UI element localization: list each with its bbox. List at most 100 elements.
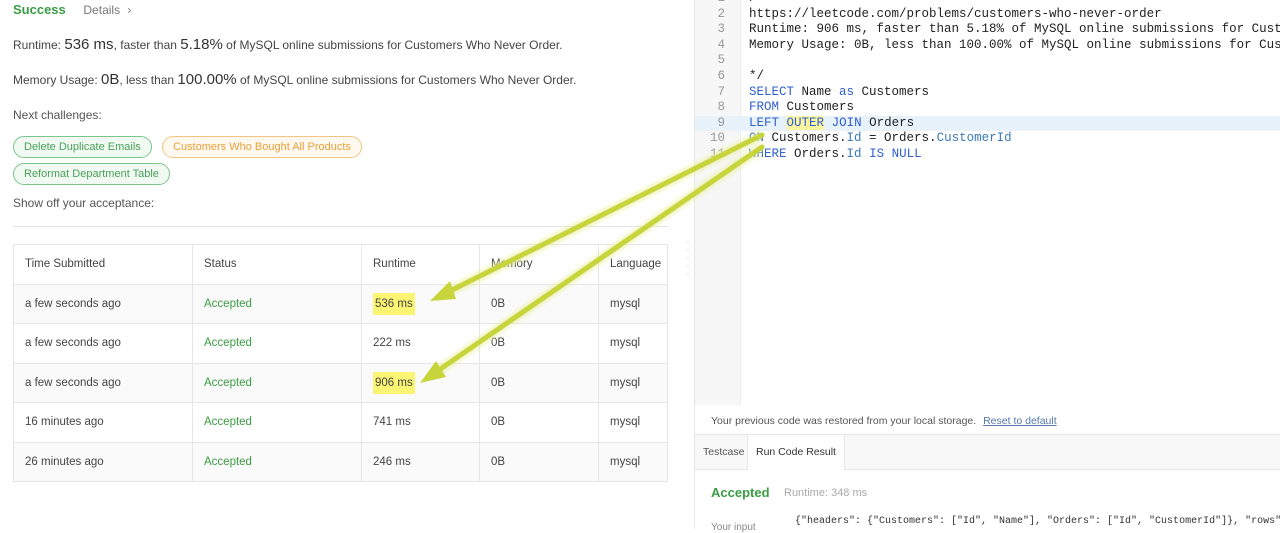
time-cell: 26 minutes ago	[13, 441, 193, 482]
runtime-cell: 741 ms	[361, 402, 480, 443]
line-number: 6	[717, 68, 725, 83]
table-row: 16 minutes ago Accepted 741 ms 0B mysql	[13, 402, 668, 443]
chevron-right-icon: ›	[127, 3, 132, 17]
result-runtime: Runtime: 348 ms	[784, 487, 868, 499]
runtime-cell: 222 ms	[361, 323, 480, 364]
runtime-prefix: Runtime:	[13, 38, 65, 52]
column-header: Time Submitted	[13, 244, 193, 285]
column-header: Status	[192, 244, 362, 285]
line-number: 10	[709, 131, 725, 146]
tab-run-code-result[interactable]: Run Code Result	[747, 435, 845, 470]
memory-percent: 100.00%	[177, 71, 237, 88]
runtime-cell: 536 ms	[361, 283, 480, 324]
memory-cell: 0B	[479, 441, 599, 482]
line-number: 11	[709, 146, 725, 161]
status-link[interactable]: Accepted	[192, 402, 362, 443]
memory-mid: , less than	[119, 73, 178, 87]
code-line: 5	[695, 53, 1280, 69]
submission-result-panel: Success Details › Runtime: 536 ms, faste…	[0, 0, 684, 529]
table-row: a few seconds ago Accepted 906 ms 0B mys…	[13, 362, 668, 403]
memory-cell: 0B	[479, 323, 599, 364]
language-cell: mysql	[598, 283, 668, 324]
line-number: 2	[717, 6, 725, 21]
table-row: 26 minutes ago Accepted 246 ms 0B mysql	[13, 441, 668, 482]
line-number: 3	[717, 22, 725, 37]
result-status: Accepted	[711, 485, 770, 500]
language-cell: mysql	[598, 402, 668, 443]
line-number: 9	[717, 115, 725, 130]
runtime-cell: 906 ms	[361, 362, 480, 403]
table-header-row: Time Submitted Status Runtime Memory Lan…	[13, 244, 668, 285]
input-json-preview: {"headers": {"Customers": ["Id", "Name"]…	[795, 516, 1280, 527]
code-editor[interactable]: 1 / 2https://leetcode.com/problems/custom…	[695, 0, 1280, 163]
runtime-value: 536 ms	[64, 36, 114, 53]
restore-notice: Your previous code was restored from you…	[711, 415, 1057, 427]
code-text: WHERE Orders.Id IS NULL	[749, 146, 922, 161]
pane-splitter-handle[interactable]: · · · · ·	[686, 238, 690, 279]
status-success: Success	[13, 2, 66, 17]
memory-stat: Memory Usage: 0B, less than 100.00% of M…	[13, 71, 576, 88]
memory-cell: 0B	[479, 362, 599, 403]
highlighted-runtime: 906 ms	[373, 371, 415, 394]
line-number: 5	[717, 53, 725, 68]
status-link[interactable]: Accepted	[192, 323, 362, 364]
time-cell: a few seconds ago	[13, 362, 193, 403]
runtime-percent: 5.18%	[180, 36, 223, 53]
memory-prefix: Memory Usage:	[13, 73, 102, 87]
show-off-label: Show off your acceptance:	[13, 196, 155, 210]
code-text: ON Customers.Id = Orders.CustomerId	[749, 131, 1012, 146]
runtime-cell: 246 ms	[361, 441, 480, 482]
details-link[interactable]: Details ›	[83, 3, 131, 17]
runtime-stat: Runtime: 536 ms, faster than 5.18% of My…	[13, 36, 563, 53]
code-line: 7 SELECT Name as Customers	[695, 85, 1280, 101]
code-line: 8 FROM Customers	[695, 100, 1280, 116]
next-challenges-label: Next challenges:	[13, 108, 102, 122]
time-cell: a few seconds ago	[13, 323, 193, 364]
submissions-table: Time Submitted Status Runtime Memory Lan…	[13, 244, 668, 482]
code-line: 6 */	[695, 69, 1280, 85]
language-cell: mysql	[598, 323, 668, 364]
line-number: 1	[695, 0, 725, 7]
code-line: 11 WHERE Orders.Id IS NULL	[695, 147, 1280, 163]
restore-text: Your previous code was restored from you…	[711, 415, 977, 427]
result-tabs: Testcase Run Code Result	[695, 434, 1280, 470]
code-line: 10 ON Customers.Id = Orders.CustomerId	[695, 131, 1280, 147]
code-line: 4 Memory Usage: 0B, less than 100.00% of …	[695, 38, 1280, 54]
memory-cell: 0B	[479, 283, 599, 324]
runtime-mid: , faster than	[113, 38, 181, 52]
code-text: LEFT OUTER JOIN Orders	[749, 115, 915, 130]
code-text: FROM Customers	[749, 100, 855, 115]
code-text: Runtime: 906 ms, faster than 5.18% of My…	[749, 22, 1280, 37]
status-link[interactable]: Accepted	[192, 362, 362, 403]
column-header: Memory	[479, 244, 599, 285]
code-line: 3 Runtime: 906 ms, faster than 5.18% of M…	[695, 22, 1280, 38]
challenge-chip[interactable]: Reformat Department Table	[13, 163, 170, 185]
status-link[interactable]: Accepted	[192, 283, 362, 324]
code-text: SELECT Name as Customers	[749, 84, 930, 99]
status-link[interactable]: Accepted	[192, 441, 362, 482]
column-header: Runtime	[361, 244, 480, 285]
memory-value: 0B	[101, 71, 120, 88]
runtime-suffix: of MySQL online submissions for Customer…	[222, 38, 563, 52]
divider	[13, 226, 668, 227]
challenge-chip[interactable]: Customers Who Bought All Products	[162, 136, 362, 158]
highlighted-runtime: 536 ms	[373, 292, 415, 315]
details-label: Details	[83, 3, 121, 17]
language-cell: mysql	[598, 362, 668, 403]
time-cell: 16 minutes ago	[13, 402, 193, 443]
challenge-chip[interactable]: Delete Duplicate Emails	[13, 136, 152, 158]
code-line-active: 9 LEFT OUTER JOIN Orders	[695, 115, 1280, 132]
code-line: 2 https://leetcode.com/problems/customers…	[695, 7, 1280, 23]
language-cell: mysql	[598, 441, 668, 482]
code-text: */	[749, 68, 765, 83]
table-row: a few seconds ago Accepted 222 ms 0B mys…	[13, 323, 668, 364]
result-header: Success Details ›	[13, 2, 131, 17]
memory-suffix: of MySQL online submissions for Customer…	[236, 73, 577, 87]
code-text: /	[749, 0, 757, 7]
line-number: 8	[717, 100, 725, 115]
reset-to-default-link[interactable]: Reset to default	[983, 415, 1057, 427]
input-label: Your input	[711, 522, 756, 533]
tab-testcase[interactable]: Testcase	[695, 435, 752, 469]
memory-cell: 0B	[479, 402, 599, 443]
column-header: Language	[598, 244, 668, 285]
